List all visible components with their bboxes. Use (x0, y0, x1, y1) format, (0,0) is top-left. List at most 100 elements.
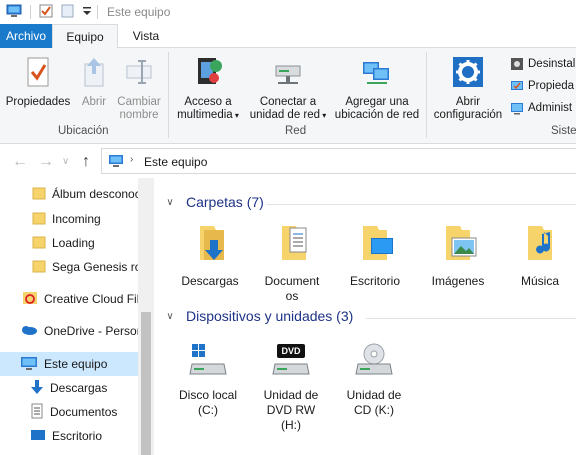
uninstall-button[interactable]: Desinstal (510, 57, 575, 71)
open-button[interactable]: Abrir (76, 56, 112, 109)
open-settings-button[interactable]: Abrir configuración (430, 56, 506, 122)
nav-item-descargas[interactable]: Descargas (0, 376, 138, 400)
document-icon (30, 403, 44, 422)
dvd-badge: DVD (281, 346, 301, 356)
properties-label: Propiedades (5, 96, 71, 108)
desktop-folder-icon (339, 222, 411, 270)
address-bar[interactable]: › Este equipo (101, 148, 576, 174)
customize-dropdown-icon[interactable] (82, 5, 92, 20)
chevron-down-icon[interactable]: ∨ (162, 311, 178, 322)
properties-check-icon[interactable] (38, 3, 54, 22)
address-chevron-icon[interactable]: › (130, 154, 133, 165)
folder-icon (32, 259, 46, 276)
drive-label-line1: Unidad de (346, 388, 402, 402)
tab-archivo[interactable]: Archivo (0, 24, 52, 48)
nav-item-label: Este equipo (44, 357, 108, 371)
chevron-down-icon[interactable]: ∨ (162, 197, 178, 208)
folder-icon (32, 235, 46, 252)
downloads-folder-icon (174, 222, 246, 270)
nav-item-onedrive[interactable]: OneDrive - Personal (0, 319, 138, 343)
open-icon (76, 56, 112, 92)
nav-item-loading[interactable]: Loading (0, 231, 138, 255)
nav-item-documentos[interactable]: Documentos (0, 400, 138, 424)
desktop-icon (30, 428, 46, 445)
up-arrow-icon[interactable]: ↑ (82, 152, 90, 172)
folder-label: Imágenes (431, 274, 485, 288)
creative-cloud-icon (22, 291, 38, 308)
folder-tile-imagenes[interactable]: Imágenes (422, 222, 494, 289)
system-properties-button[interactable]: Propieda (510, 79, 574, 93)
divider (426, 52, 427, 138)
folder-icon (32, 211, 46, 228)
manage-label: Administ (528, 102, 573, 114)
manage-button[interactable]: Administ (510, 101, 572, 115)
rename-label-line2: nombre (119, 109, 159, 121)
folder-icon (32, 186, 46, 203)
onedrive-cloud-icon (20, 324, 38, 339)
divider (30, 5, 31, 19)
nav-item-label: Álbum desconocido (52, 187, 138, 201)
folder-tile-documentos[interactable]: Document os (256, 222, 328, 304)
tab-vista[interactable]: Vista (120, 24, 172, 48)
nav-item-incoming[interactable]: Incoming (0, 207, 138, 231)
rename-label-line1: Cambiar (117, 96, 161, 108)
map-network-drive-button[interactable]: Conectar a unidad de red ▾ (248, 56, 328, 122)
map-drive-line2: unidad de red (249, 109, 321, 121)
divider (168, 52, 169, 138)
address-computer-icon (108, 154, 124, 171)
folder-label-line1: Document (264, 274, 320, 288)
properties-button[interactable]: Propiedades (4, 56, 72, 109)
section-header-carpetas[interactable]: ∨ Carpetas (7) (162, 194, 264, 210)
rename-button[interactable]: Cambiar nombre (114, 56, 164, 122)
drive-label-line2: DVD RW (266, 403, 316, 417)
nav-item-label: OneDrive - Personal (44, 324, 138, 338)
section-header-dispositivos[interactable]: ∨ Dispositivos y unidades (3) (162, 308, 353, 324)
folder-tile-escritorio[interactable]: Escritorio (339, 222, 411, 289)
folder-tile-descargas[interactable]: Descargas (174, 222, 246, 289)
section-title-carpetas: Carpetas (7) (186, 194, 264, 210)
folder-label-line2: os (285, 289, 299, 303)
nav-item-album[interactable]: Álbum desconocido (0, 182, 138, 206)
drive-label-line2: (C:) (198, 403, 218, 417)
nav-item-sega[interactable]: Sega Genesis rom (0, 255, 138, 279)
new-folder-icon[interactable] (60, 3, 76, 22)
drive-tile-h[interactable]: DVD Unidad de DVD RW (H:) (255, 342, 327, 433)
nav-item-este-equipo[interactable]: Este equipo (0, 352, 138, 376)
uninstall-label: Desinstal (528, 58, 576, 70)
media-icon (172, 56, 244, 92)
navigation-pane: Álbum desconocido Incoming Loading Sega … (0, 178, 154, 455)
rename-icon (114, 56, 164, 92)
nav-item-label: Creative Cloud Files (44, 292, 138, 306)
drive-tile-c[interactable]: Disco local (C:) (172, 342, 244, 418)
forward-arrow-icon[interactable]: → (38, 152, 54, 172)
folder-label: Escritorio (349, 274, 400, 288)
nav-item-label: Documentos (50, 405, 118, 419)
computer-icon (20, 356, 38, 373)
folder-tile-musica[interactable]: Música (504, 222, 576, 289)
content-pane: ∨ Carpetas (7) Descargas Document os Esc… (154, 178, 576, 455)
navigation-scrollbar-thumb[interactable] (141, 312, 151, 455)
group-label-sistema: Siste (551, 125, 576, 137)
divider (97, 5, 98, 19)
nav-item-label: Escritorio (52, 429, 103, 443)
nav-item-escritorio[interactable]: Escritorio (0, 424, 138, 448)
nav-item-creative-cloud[interactable]: Creative Cloud Files (0, 287, 138, 311)
back-arrow-icon[interactable]: ← (12, 152, 28, 172)
add-network-location-button[interactable]: Agregar una ubicación de red (330, 56, 424, 122)
recent-dropdown-icon[interactable]: ∨ (62, 152, 69, 172)
nav-item-label: Loading (52, 236, 95, 250)
network-drive-icon (248, 56, 328, 92)
nav-item-label: Incoming (52, 212, 101, 226)
title-bar: Este equipo (0, 0, 576, 24)
nav-item-label: Sega Genesis rom (52, 260, 138, 274)
system-properties-icon (510, 79, 524, 93)
folder-label: Música (520, 274, 559, 288)
ribbon-tabs: Archivo Equipo Vista (0, 24, 576, 49)
tab-equipo[interactable]: Equipo (52, 24, 118, 49)
drive-label-line1: Disco local (178, 388, 238, 402)
drive-tile-k[interactable]: Unidad de CD (K:) (338, 342, 410, 418)
window-title: Este equipo (107, 5, 171, 19)
media-access-button[interactable]: Acceso a multimedia ▾ (172, 56, 244, 122)
computer-icon[interactable] (6, 3, 22, 22)
music-folder-icon (504, 222, 576, 270)
